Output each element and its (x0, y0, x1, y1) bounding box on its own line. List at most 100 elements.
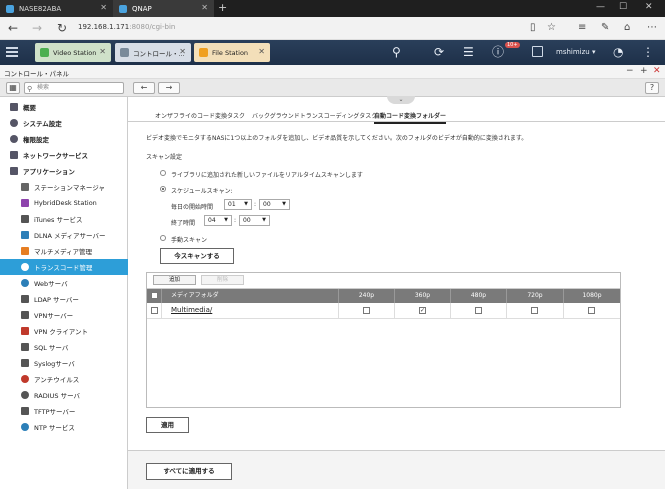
sidebar-item-hybriddesk[interactable]: HybridDesk Station (0, 195, 128, 211)
maximize-icon[interactable]: ☐ (619, 2, 627, 12)
sidebar-item-privilege[interactable]: 権限設定 (0, 131, 128, 147)
apply-all-button[interactable]: すべてに適用する (146, 463, 232, 480)
share-icon[interactable]: ⌂ (624, 22, 630, 34)
minimize-icon[interactable]: — (596, 2, 605, 12)
sidebar-item-sql[interactable]: SQL サーバ (0, 339, 128, 355)
back-button[interactable]: ← (133, 82, 155, 94)
browser-tab-qnap[interactable]: QNAP ✕ (113, 0, 214, 17)
app-tab-control-panel[interactable]: コントロール・... ✕ (115, 43, 191, 62)
end-minute-select[interactable]: 00 ▼ (239, 215, 270, 226)
url-host: 192.168.1.171 (78, 23, 130, 31)
table-header: メディアフォルダ 240p 360p 480p 720p 1080p (147, 289, 620, 303)
tab-auto-folder[interactable]: 自動コード変換フォルダー (374, 111, 447, 124)
radio-realtime[interactable] (160, 170, 166, 176)
sidebar-item-itunes[interactable]: iTunes サービス (0, 211, 128, 227)
favorite-star-icon[interactable]: ☆ (547, 22, 556, 34)
add-button[interactable]: 追加 (153, 275, 196, 285)
close-tab-icon[interactable]: ✕ (100, 3, 107, 12)
forward-arrow-icon[interactable]: → (32, 21, 42, 35)
more-options-icon[interactable]: ⋮ (642, 45, 654, 59)
quality-240p-checkbox[interactable] (363, 307, 370, 314)
tab-on-the-fly[interactable]: オンザフライのコード変換タスク (155, 111, 245, 120)
tab-background[interactable]: バックグラウンドトランスコーディングタスク (252, 111, 377, 120)
chevron-down-icon[interactable]: ⌄ (387, 96, 415, 104)
close-icon[interactable]: ✕ (179, 47, 186, 56)
close-icon[interactable]: ✕ (653, 66, 661, 77)
close-icon[interactable]: ✕ (258, 47, 265, 56)
sidebar-item-station-manager[interactable]: ステーションマネージャ (0, 179, 128, 195)
delete-button[interactable]: 削除 (201, 275, 244, 285)
sidebar-item-label: アプリケーション (23, 168, 75, 176)
sidebar-item-network[interactable]: ネットワークサービス (0, 147, 128, 163)
back-arrow-icon[interactable]: ← (8, 21, 18, 35)
end-time-label: 終了時間 (171, 220, 196, 227)
more-icon[interactable]: ⋯ (647, 22, 657, 34)
search-icon[interactable]: ⚲ (392, 45, 401, 59)
sidebar-item-radius[interactable]: RADIUS サーバ (0, 387, 128, 403)
select-all-checkbox[interactable] (151, 292, 158, 299)
gear-icon (120, 48, 129, 57)
sidebar-item-antivirus[interactable]: アンチウイルス (0, 371, 128, 387)
col-header: 480p (450, 289, 506, 303)
video-station-icon (40, 48, 49, 57)
quality-cell (338, 303, 394, 319)
sidebar-item-ntp[interactable]: NTP サービス (0, 419, 128, 435)
sidebar-item-multimedia[interactable]: マルチメディア管理 (0, 243, 128, 259)
sidebar-item-tftp[interactable]: TFTPサーバー (0, 403, 128, 419)
quality-480p-checkbox[interactable] (475, 307, 482, 314)
help-icon[interactable]: ? (645, 82, 659, 94)
app-tab-video-station[interactable]: Video Station ✕ (35, 43, 111, 62)
row-checkbox[interactable] (151, 307, 158, 314)
refresh-icon[interactable]: ↻ (57, 21, 67, 35)
sidebar-item-applications[interactable]: アプリケーション (0, 163, 128, 179)
new-tab-icon[interactable]: + (218, 2, 227, 14)
sidebar-item-vpn-client[interactable]: VPN クライアント (0, 323, 128, 339)
view-toggle-icon[interactable]: ▦ (6, 82, 20, 94)
sidebar-item-label: SQL サーバ (34, 344, 69, 352)
window-close-icon[interactable]: ✕ (645, 2, 653, 12)
subtab-bar: オンザフライのコード変換タスク バックグラウンドトランスコーディングタスク 自動… (128, 108, 665, 124)
sidebar-item-transcode[interactable]: トランスコード管理 (0, 259, 128, 275)
radio-realtime-label: ライブラリに追加された新しいファイルをリアルタイムスキャンします (171, 172, 363, 179)
sidebar-item-syslog[interactable]: Syslogサーバ (0, 355, 128, 371)
start-hour-select[interactable]: 01 ▼ (224, 199, 252, 210)
app-tab-file-station[interactable]: File Station ✕ (194, 43, 270, 62)
user-menu[interactable]: mshimizu ▾ (556, 48, 595, 56)
quality-720p-checkbox[interactable] (531, 307, 538, 314)
sync-icon[interactable]: ⟳ (434, 45, 444, 59)
sidebar-item-web-server[interactable]: Webサーバ (0, 275, 128, 291)
tasks-icon[interactable]: ☰ (463, 45, 474, 59)
sidebar-item-vpn-server[interactable]: VPNサーバー (0, 307, 128, 323)
sidebar-item-system[interactable]: システム設定 (0, 115, 128, 131)
notification-icon[interactable]: ⓘ (492, 45, 504, 59)
radio-schedule[interactable] (160, 186, 166, 192)
quality-1080p-checkbox[interactable] (588, 307, 595, 314)
close-icon[interactable]: ✕ (99, 47, 106, 56)
apply-button[interactable]: 適用 (146, 417, 189, 433)
maximize-icon[interactable]: + (640, 66, 648, 77)
sidebar-item-dlna[interactable]: DLNA メディアサーバー (0, 227, 128, 243)
scan-now-button[interactable]: 今スキャンする (160, 248, 234, 264)
sidebar-item-overview[interactable]: 概要 (0, 99, 128, 115)
url-field[interactable]: 192.168.1.171:8080/cgi-bin (78, 23, 175, 31)
user-avatar-icon[interactable] (532, 46, 543, 57)
main-menu-icon[interactable] (6, 46, 18, 58)
forward-button[interactable]: → (158, 82, 180, 94)
gear-icon (10, 119, 18, 127)
dashboard-icon[interactable]: ◔ (613, 45, 623, 59)
web-note-icon[interactable]: ✎ (601, 22, 609, 34)
reading-view-icon[interactable]: ▯ (530, 22, 536, 34)
sidebar-item-label: DLNA メディアサーバー (34, 232, 106, 240)
sidebar-item-ldap[interactable]: LDAP サーバー (0, 291, 128, 307)
radio-manual[interactable] (160, 235, 166, 241)
start-minute-select[interactable]: 00 ▼ (259, 199, 290, 210)
end-hour-value: 04 (208, 217, 216, 224)
folder-link[interactable]: Multimedia/ (171, 306, 212, 314)
search-input[interactable]: ⚲ 検索 (24, 82, 124, 94)
browser-tab-nas[interactable]: NASE82ABA ✕ (0, 0, 113, 17)
close-tab-icon[interactable]: ✕ (201, 3, 208, 12)
quality-360p-checkbox[interactable]: ✓ (419, 307, 426, 314)
hub-icon[interactable]: ≡ (578, 22, 586, 34)
minimize-icon[interactable]: − (626, 66, 634, 77)
end-hour-select[interactable]: 04 ▼ (204, 215, 232, 226)
